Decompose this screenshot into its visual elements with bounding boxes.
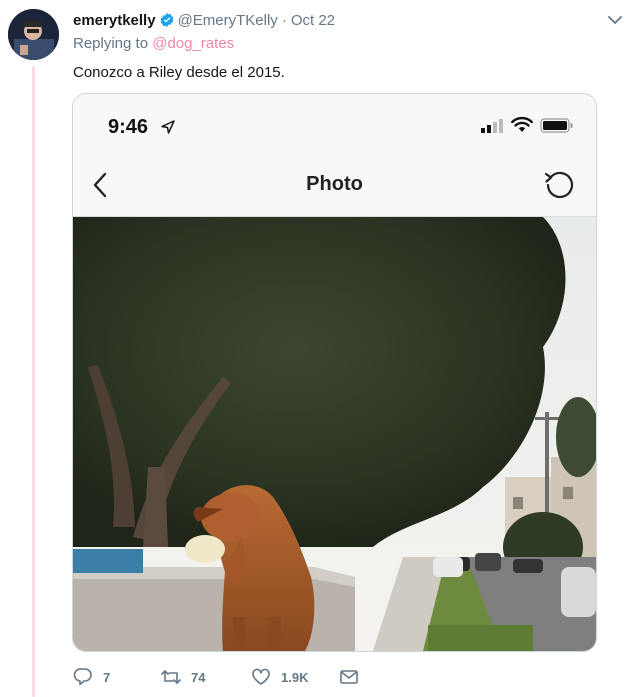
signal-icon [481, 119, 503, 133]
avatar-image [8, 9, 59, 60]
like-button[interactable]: 1.9K [251, 667, 308, 687]
location-arrow-icon [161, 120, 175, 134]
retweet-count: 74 [191, 669, 206, 685]
phone-navbar: Photo [73, 154, 596, 217]
replying-to: Replying to @dog_rates [73, 35, 234, 52]
dog-photo [73, 217, 596, 651]
battery-icon [540, 118, 573, 133]
tweet-header: emerytkelly @EmeryTKelly · Oct 22 [73, 10, 621, 30]
refresh-icon [544, 171, 574, 199]
replying-prefix: Replying to [73, 35, 149, 52]
thread-line [32, 66, 35, 697]
phone-status-bar: 9:46 [73, 94, 596, 154]
tweet-media[interactable]: 9:46 Photo [72, 93, 597, 652]
avatar[interactable] [8, 9, 59, 60]
chevron-down-icon[interactable] [607, 12, 623, 28]
replying-handle-link[interactable]: @dog_rates [152, 35, 234, 52]
like-count: 1.9K [281, 669, 309, 685]
like-icon [252, 668, 270, 685]
tweet-date[interactable]: Oct 22 [291, 12, 335, 29]
retweet-icon [161, 670, 181, 684]
direct-message-button[interactable] [339, 667, 359, 687]
reply-icon [73, 668, 92, 686]
wifi-icon [511, 116, 533, 132]
verified-icon [160, 13, 173, 27]
user-handle[interactable]: @EmeryTKelly [178, 12, 278, 29]
nav-title: Photo [306, 173, 363, 195]
status-time: 9:46 [108, 116, 149, 138]
reply-count: 7 [103, 669, 111, 685]
direct-message-icon [340, 670, 358, 684]
tweet-text: Conozco a Riley desde el 2015. [73, 64, 285, 81]
reply-button[interactable]: 7 [73, 667, 110, 687]
display-name[interactable]: emerytkelly [73, 12, 156, 29]
separator-dot: · [281, 11, 287, 29]
retweet-button[interactable]: 74 [161, 667, 205, 687]
